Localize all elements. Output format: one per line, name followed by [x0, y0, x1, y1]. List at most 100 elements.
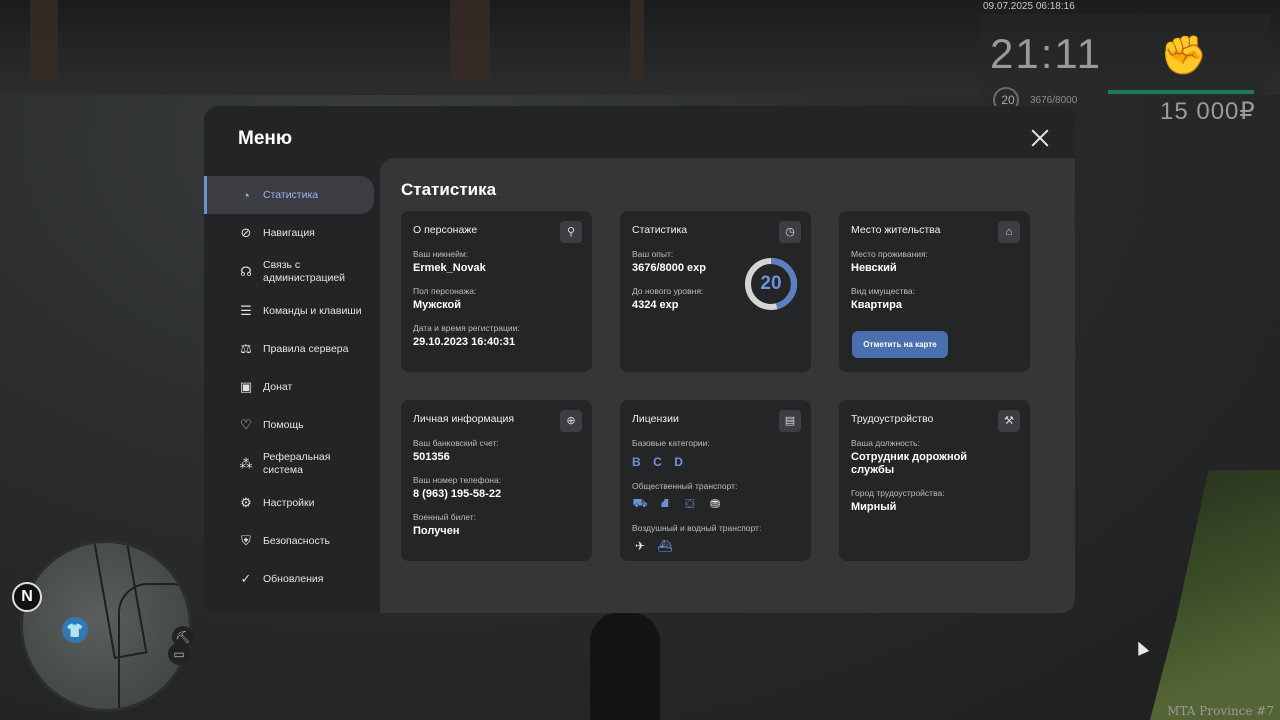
house-icon: ⌂	[998, 221, 1020, 243]
base-categories-label: Базовые категории:	[632, 438, 710, 448]
close-icon[interactable]	[1028, 126, 1052, 150]
nickname-label: Ваш никнейм:	[413, 249, 469, 259]
wallet-icon: ▣	[239, 379, 253, 394]
world-foliage	[1150, 470, 1280, 720]
fist-icon: ✊	[1160, 35, 1208, 77]
card-employment: Трудоустройство ⚒ Ваша должность: Сотруд…	[839, 400, 1030, 561]
public-transport-icons: ⛟ ⛘ ⛋ ⛃	[632, 496, 799, 512]
menu-title: Меню	[238, 128, 293, 149]
plane-icon: ✈	[634, 539, 646, 553]
bus-icon: ⛟	[632, 496, 648, 510]
pie-chart-icon: ◔	[242, 187, 250, 203]
property-type-label: Вид имущества:	[851, 286, 915, 296]
shield-icon: ⛨	[241, 533, 251, 548]
sidebar-item-statistics[interactable]: ◔ Статистика	[204, 176, 374, 214]
military-id-label: Военный билет:	[413, 512, 477, 522]
sidebar-item-referral[interactable]: ⁂ Реферальная система	[204, 444, 380, 484]
license-category: C	[653, 455, 663, 469]
hud-health-bar	[1108, 90, 1254, 94]
mark-on-map-button[interactable]: Отметить на карте	[852, 331, 948, 358]
hud-exp: 3676/8000	[1030, 95, 1078, 106]
sidebar-item-label: Настройки	[263, 496, 315, 509]
card-character: О персонаже ⚲ Ваш никнейм: Ermek_Novak П…	[401, 211, 592, 372]
boat-icon: ⛴	[657, 539, 673, 553]
phone-label: Ваш номер телефона:	[413, 475, 502, 485]
residence-place-label: Место проживания:	[851, 249, 928, 259]
menu-window: Меню ◔ Статистика ⊘ Навигация ☊ Связь с …	[204, 106, 1075, 613]
clock-icon: ◷	[779, 221, 801, 243]
nickname-value: Ermek_Novak	[413, 262, 486, 274]
sidebar-item-label: Обновления	[263, 572, 324, 585]
sidebar-item-label: Связь с администрацией	[263, 259, 346, 284]
hud-datetime: 09.07.2025 06:18:16	[983, 1, 1075, 12]
sidebar-item-security[interactable]: ⛨ Безопасность	[204, 522, 380, 560]
license-category: B	[632, 455, 642, 469]
residence-place-value: Невский	[851, 262, 897, 274]
hammer-icon: ⚒	[998, 410, 1020, 432]
globe-icon: ⊕	[560, 410, 582, 432]
hud-money: 15 000₽	[1160, 98, 1256, 125]
sidebar-item-donate[interactable]: ▣ Донат	[204, 368, 380, 406]
compass-icon: ⊘	[240, 225, 252, 240]
content-panel: Статистика О персонаже ⚲ Ваш никнейм: Er…	[380, 158, 1075, 613]
trolleybus-icon: ⛘	[660, 496, 670, 510]
gender-value: Мужской	[413, 299, 462, 311]
list-icon: ☰	[240, 303, 252, 318]
sidebar-item-navigation[interactable]: ⊘ Навигация	[204, 214, 380, 252]
document-icon: ▤	[779, 410, 801, 432]
bank-account-value: 501356	[413, 451, 450, 463]
server-watermark: MTA Province #7	[1167, 704, 1274, 718]
job-city-label: Город трудоустройства:	[851, 488, 945, 498]
sidebar-item-rules[interactable]: ⚖ Правила сервера	[204, 330, 380, 368]
level-number: 20	[760, 273, 782, 294]
license-categories: B C D	[632, 453, 799, 471]
registration-label: Дата и время регистрации:	[413, 323, 520, 333]
card-personal-info: Личная информация ⊕ Ваш банковский счет:…	[401, 400, 592, 561]
sidebar-item-label: Навигация	[263, 226, 315, 239]
bank-account-label: Ваш банковский счет:	[413, 438, 499, 448]
air-water-transport-label: Воздушный и водный транспорт:	[632, 523, 762, 533]
mouse-cursor-icon	[1132, 639, 1150, 656]
user-icon: ⚲	[560, 221, 582, 243]
license-category: D	[674, 455, 684, 469]
card-title: О персонаже	[413, 224, 478, 236]
tram-icon: ⛋	[685, 496, 695, 511]
sidebar-item-help[interactable]: ♡ Помощь	[204, 406, 380, 444]
bed-icon: ▭	[168, 643, 190, 665]
check-circle-icon: ✓	[240, 571, 252, 586]
card-licenses: Лицензии ▤ Базовые категории: B C D Обще…	[620, 400, 811, 561]
sidebar-item-label: Помощь	[263, 418, 304, 431]
registration-value: 29.10.2023 16:40:31	[413, 336, 516, 348]
gear-icon: ⚙	[240, 495, 252, 510]
card-title: Место жительства	[851, 224, 941, 236]
minimap-north-marker: N	[12, 582, 42, 612]
hud-clock: 21:11	[990, 30, 1102, 77]
heart-hand-icon: ♡	[240, 417, 252, 432]
menu-sidebar: ◔ Статистика ⊘ Навигация ☊ Связь с админ…	[204, 176, 380, 598]
sidebar-item-commands[interactable]: ☰ Команды и клавиши	[204, 292, 380, 330]
card-title: Лицензии	[632, 413, 679, 425]
sidebar-item-updates[interactable]: ✓ Обновления	[204, 560, 380, 598]
phone-value: 8 (963) 195-58-22	[413, 488, 502, 500]
world-pillar	[30, 0, 58, 80]
sidebar-item-admin-contact[interactable]: ☊ Связь с администрацией	[204, 252, 380, 292]
network-icon: ⁂	[239, 456, 253, 471]
page-title: Статистика	[401, 180, 497, 199]
sidebar-item-label: Безопасность	[263, 534, 330, 547]
job-position-value: Сотрудник дорожной службы	[851, 451, 968, 476]
minimap	[20, 540, 192, 712]
metro-icon: ⛃	[709, 497, 721, 511]
scales-icon: ⚖	[240, 341, 252, 356]
sidebar-item-settings[interactable]: ⚙ Настройки	[204, 484, 380, 522]
sidebar-item-label: Команды и клавиши	[263, 304, 362, 317]
public-transport-label: Общественный транспорт:	[632, 481, 738, 491]
gender-label: Пол персонажа:	[413, 286, 477, 296]
headset-icon: ☊	[240, 264, 252, 279]
sidebar-item-label: Реферальная система	[263, 451, 331, 476]
world-pillar	[450, 0, 490, 80]
sidebar-item-label: Донат	[263, 380, 293, 393]
military-id-value: Получен	[413, 525, 460, 537]
card-title: Личная информация	[413, 413, 515, 425]
card-title: Статистика	[632, 224, 688, 236]
card-title: Трудоустройство	[851, 413, 934, 425]
